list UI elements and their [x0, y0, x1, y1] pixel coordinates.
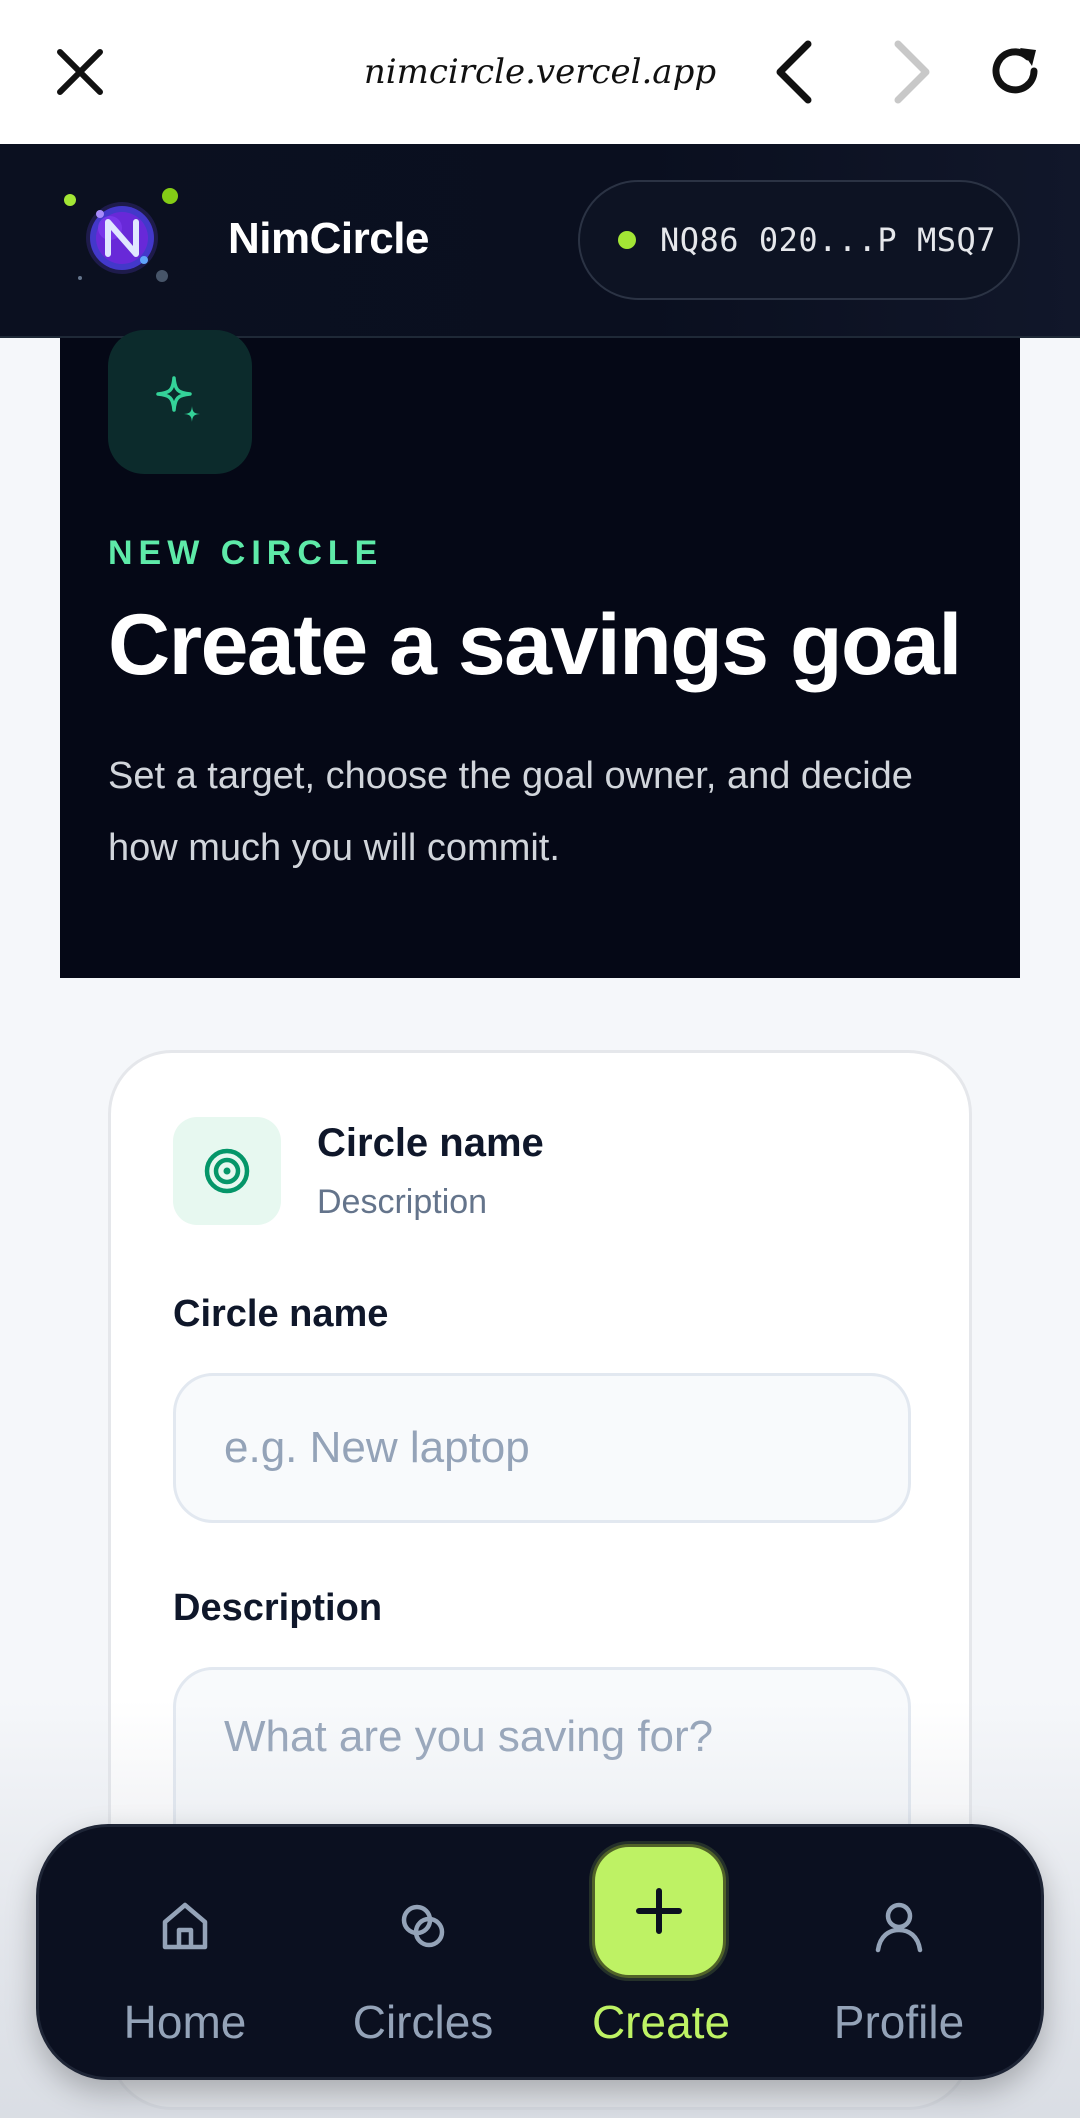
app-header: NimCircle NQ86 020...P MSQ7 — [0, 144, 1080, 338]
nav-label-create: Create — [591, 1996, 731, 2048]
circle-name-input[interactable]: e.g. New laptop — [173, 1373, 911, 1523]
forward-button[interactable] — [882, 38, 942, 106]
circle-name-label: Circle name — [173, 1293, 389, 1335]
chevron-right-icon — [894, 40, 930, 104]
nav-label-circles: Circles — [352, 1996, 494, 2048]
bottom-navigation: Home Circles Create Profile — [36, 1824, 1044, 2080]
chevron-left-icon — [776, 40, 812, 104]
nav-label-home: Home — [123, 1996, 247, 2048]
nav-item-circles[interactable]: Circles — [323, 1827, 523, 2083]
wallet-address-pill[interactable]: NQ86 020...P MSQ7 — [578, 180, 1020, 300]
reload-button[interactable] — [984, 40, 1046, 102]
nimcircle-logo-icon — [64, 188, 178, 282]
close-tab-button[interactable] — [52, 44, 108, 100]
app-logo[interactable] — [64, 184, 184, 294]
plus-icon — [636, 1888, 682, 1934]
page-title: Create a savings goal — [108, 597, 962, 693]
circle-name-placeholder: e.g. New laptop — [224, 1423, 530, 1472]
section-subtitle: Description — [317, 1183, 488, 1221]
hero-card: NEW CIRCLE Create a savings goal Set a t… — [60, 330, 1020, 978]
browser-toolbar: nimcircle.vercel.app — [0, 0, 1080, 144]
circles-icon — [388, 1891, 458, 1961]
create-button[interactable] — [595, 1847, 723, 1975]
section-icon-box — [173, 1117, 281, 1225]
description-label: Description — [173, 1587, 383, 1629]
wallet-status-dot — [618, 231, 636, 249]
section-title: Circle name — [317, 1121, 544, 1165]
target-icon — [204, 1148, 250, 1194]
back-button[interactable] — [764, 38, 824, 106]
hero-icon-box — [108, 330, 252, 474]
sparkles-icon — [156, 376, 200, 422]
description-placeholder: What are you saving for? — [224, 1712, 714, 1761]
hero-eyebrow: NEW CIRCLE — [108, 534, 384, 572]
user-icon — [864, 1891, 934, 1961]
brand-name: NimCircle — [228, 214, 429, 263]
hero-subtitle: Set a target, choose the goal owner, and… — [108, 755, 913, 869]
reload-icon — [992, 48, 1038, 94]
address-bar-url[interactable]: nimcircle.vercel.app — [340, 44, 740, 100]
wallet-address: NQ86 020...P MSQ7 — [660, 221, 997, 259]
nav-item-home[interactable]: Home — [85, 1827, 285, 2083]
close-icon — [57, 49, 103, 95]
nav-label-profile: Profile — [833, 1996, 965, 2048]
nav-item-profile[interactable]: Profile — [799, 1827, 999, 2083]
home-icon — [150, 1891, 220, 1961]
